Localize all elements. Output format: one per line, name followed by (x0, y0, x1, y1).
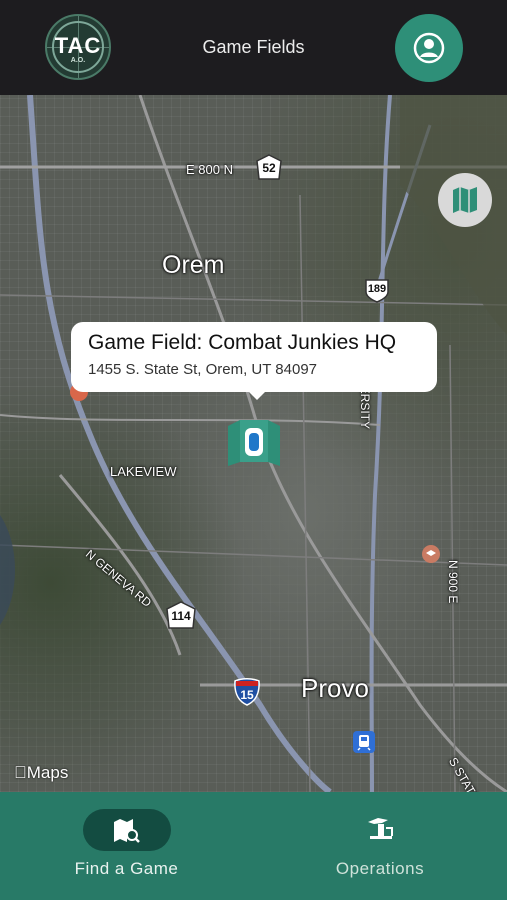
city-label-orem: Orem (162, 251, 225, 279)
transit-poi-icon[interactable] (353, 731, 375, 753)
tab-find-label[interactable]: Find a Game (0, 859, 253, 879)
tab-find-active-indicator[interactable] (83, 809, 171, 851)
school-poi-icon[interactable] (422, 545, 440, 563)
callout-address: 1455 S. State St, Orem, UT 84097 (88, 361, 318, 378)
interstate-15-number: 15 (240, 688, 254, 702)
street-label-n900e: N 900 E (446, 560, 460, 604)
tab-operations-label[interactable]: Operations (253, 859, 507, 879)
callout-tail (247, 390, 267, 400)
area-label-lakeview: LAKEVIEW (110, 464, 177, 479)
game-field-callout[interactable]: Game Field: Combat Junkies HQ 1455 S. St… (71, 322, 437, 392)
map-search-icon (114, 819, 140, 843)
app-header: TAC A.O. Game Fields (0, 0, 507, 95)
interstate-15-shield: 15 (232, 677, 262, 712)
operations-icon (368, 818, 393, 839)
apple-logo-icon:  (14, 763, 27, 782)
map-layers-icon (453, 187, 477, 213)
route-52-shield: 52 (255, 153, 283, 186)
maps-attribution[interactable]: Maps (14, 763, 68, 783)
route-189-number: 189 (367, 283, 387, 295)
route-114-shield: 114 (164, 600, 198, 635)
bottom-tab-bar: Find a Game Operations (0, 792, 507, 900)
logo-subtext: A.O. (70, 57, 86, 64)
route-189-shield: 189 (363, 278, 391, 309)
route-114-number: 114 (171, 609, 191, 623)
maps-attribution-text: Maps (14, 763, 69, 782)
profile-button[interactable] (395, 14, 463, 82)
user-icon (413, 32, 445, 64)
route-52-number: 52 (262, 161, 276, 175)
callout-title: Game Field: Combat Junkies HQ (88, 331, 397, 354)
street-label-e800n: E 800 N (186, 162, 233, 177)
map-layers-button[interactable] (438, 173, 492, 227)
city-label-provo: Provo (301, 673, 369, 703)
game-field-pin[interactable] (228, 418, 280, 466)
game-field-pin-icon (228, 420, 280, 466)
